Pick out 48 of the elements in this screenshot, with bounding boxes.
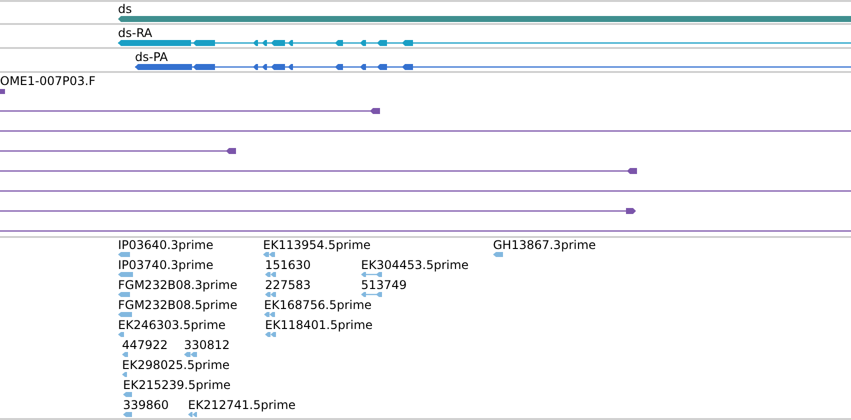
- feature-label: EK113954.5prime: [263, 238, 371, 252]
- feature-label: EK298025.5prime: [122, 358, 230, 372]
- feature-label: EK246303.5prime: [118, 318, 226, 332]
- feature-glyph[interactable]: [361, 272, 382, 277]
- feature-glyph[interactable]: [263, 252, 275, 257]
- feature-glyph[interactable]: [118, 252, 130, 257]
- feature-glyph[interactable]: [118, 272, 133, 277]
- read-alignment[interactable]: [0, 148, 236, 154]
- feature-label: EK212741.5prime: [188, 398, 296, 412]
- feature-label: 151630: [265, 258, 311, 272]
- feature-label: EK118401.5prime: [265, 318, 373, 332]
- feature-glyph[interactable]: [122, 372, 127, 377]
- feature-glyph[interactable]: [265, 272, 276, 277]
- feature-label: EK168756.5prime: [264, 298, 372, 312]
- feature-glyph[interactable]: [265, 332, 276, 337]
- feature-glyph[interactable]: [264, 312, 275, 317]
- feature-label: 227583: [265, 278, 311, 292]
- feature-label: IP03640.3prime: [118, 238, 214, 252]
- feature-label: IP03740.3prime: [118, 258, 214, 272]
- feature-glyph[interactable]: [188, 412, 197, 417]
- feature-glyph[interactable]: [118, 292, 130, 297]
- feature-label: GH13867.3prime: [493, 238, 596, 252]
- feature-glyph[interactable]: [123, 392, 132, 397]
- read-alignment[interactable]: [0, 168, 637, 174]
- feature-glyph[interactable]: [118, 332, 124, 337]
- transcript-drawing[interactable]: [118, 40, 851, 46]
- transcript-label: ds-PA: [135, 50, 168, 64]
- feature-glyph[interactable]: [122, 352, 128, 357]
- feature-label: FGM232B08.5prime: [118, 298, 238, 312]
- feature-label: EK304453.5prime: [361, 258, 469, 272]
- read-alignment[interactable]: [0, 208, 636, 214]
- transcript-label: ds-RA: [118, 26, 152, 40]
- transcript-drawing[interactable]: [135, 64, 851, 70]
- feature-glyph[interactable]: [361, 292, 382, 297]
- feature-label: FGM232B08.3prime: [118, 278, 238, 292]
- read-label: OME1-007P03.F: [0, 74, 96, 88]
- feature-glyph[interactable]: [493, 252, 503, 257]
- read-alignment[interactable]: [0, 108, 380, 114]
- feature-glyph[interactable]: [265, 292, 276, 297]
- feature-label: EK215239.5prime: [123, 378, 231, 392]
- feature-label: 513749: [361, 278, 407, 292]
- feature-glyph[interactable]: [118, 312, 132, 317]
- gene-label: ds: [118, 2, 132, 16]
- feature-label: 447922: [122, 338, 168, 352]
- feature-label: 339860: [123, 398, 169, 412]
- feature-label: 330812: [184, 338, 230, 352]
- feature-glyph[interactable]: [123, 412, 132, 417]
- feature-glyph[interactable]: [184, 352, 197, 357]
